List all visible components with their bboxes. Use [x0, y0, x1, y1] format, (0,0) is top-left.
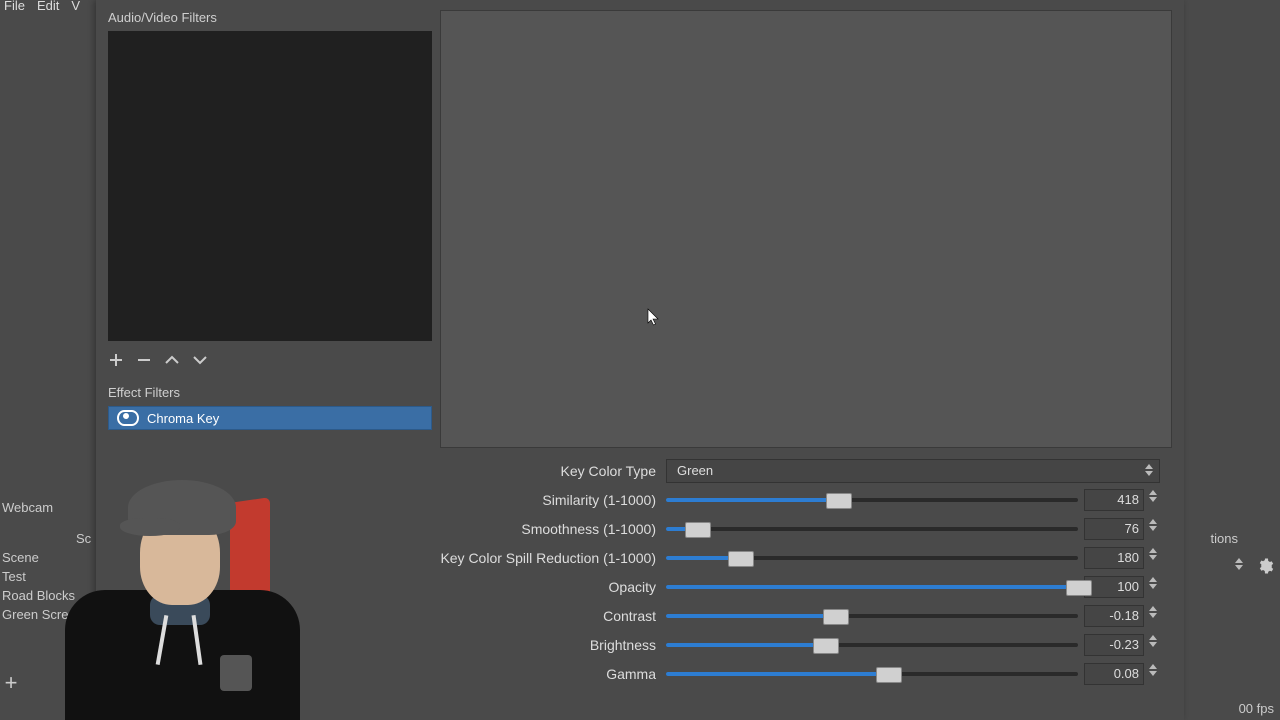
prop-label: Brightness — [440, 637, 666, 653]
spinner-buttons[interactable] — [1146, 489, 1160, 511]
key-color-type-select[interactable]: Green — [666, 459, 1160, 483]
prop-spill: Key Color Spill Reduction (1-1000) 180 — [440, 545, 1160, 571]
effect-filters-header: Effect Filters — [108, 385, 432, 400]
fps-status: 00 fps — [1239, 701, 1274, 716]
audio-video-filters-list[interactable] — [108, 31, 432, 341]
spinner-buttons[interactable] — [1146, 663, 1160, 685]
spinner-buttons[interactable] — [1146, 518, 1160, 540]
prop-contrast: Contrast -0.18 — [440, 603, 1160, 629]
presenter-cap-brim — [120, 518, 180, 536]
spill-slider[interactable] — [666, 556, 1078, 560]
webcam-overlay — [0, 470, 350, 720]
menu-edit[interactable]: Edit — [37, 0, 59, 14]
prop-smoothness: Smoothness (1-1000) 76 — [440, 516, 1160, 542]
spinner-buttons[interactable] — [1146, 576, 1160, 598]
brightness-value-input[interactable]: -0.23 — [1084, 634, 1144, 656]
filter-item-label: Chroma Key — [147, 411, 219, 426]
prop-label: Smoothness (1-1000) — [440, 521, 666, 537]
menu-bar: File Edit V — [0, 0, 84, 14]
smoothness-slider[interactable] — [666, 527, 1078, 531]
contrast-slider[interactable] — [666, 614, 1078, 618]
filter-properties: Key Color Type Green Similarity (1-1000)… — [440, 458, 1160, 690]
opacity-slider[interactable] — [666, 585, 1078, 589]
prop-label: Key Color Spill Reduction (1-1000) — [440, 550, 666, 566]
audio-video-filters-header: Audio/Video Filters — [108, 10, 432, 25]
spinner-buttons[interactable] — [1146, 605, 1160, 627]
similarity-slider[interactable] — [666, 498, 1078, 502]
prop-similarity: Similarity (1-1000) 418 — [440, 487, 1160, 513]
spinner-buttons[interactable] — [1146, 634, 1160, 656]
prop-label: Similarity (1-1000) — [440, 492, 666, 508]
av-filter-toolbar — [108, 349, 432, 371]
prop-label: Gamma — [440, 666, 666, 682]
prop-brightness: Brightness -0.23 — [440, 632, 1160, 658]
gamma-value-input[interactable]: 0.08 — [1084, 663, 1144, 685]
chair — [230, 497, 270, 603]
brightness-slider[interactable] — [666, 643, 1078, 647]
menu-view-fragment[interactable]: V — [71, 0, 80, 14]
menu-file[interactable]: File — [4, 0, 25, 14]
prop-gamma: Gamma 0.08 — [440, 661, 1160, 687]
prop-opacity: Opacity 100 — [440, 574, 1160, 600]
spill-value-input[interactable]: 180 — [1084, 547, 1144, 569]
prop-label: Contrast — [440, 608, 666, 624]
smoothness-value-input[interactable]: 76 — [1084, 518, 1144, 540]
add-filter-icon[interactable] — [108, 352, 124, 368]
opacity-value-input[interactable]: 100 — [1084, 576, 1144, 598]
filter-item-chroma-key[interactable]: Chroma Key — [108, 406, 432, 430]
move-up-icon[interactable] — [164, 355, 180, 365]
remove-filter-icon[interactable] — [136, 352, 152, 368]
move-down-icon[interactable] — [192, 355, 208, 365]
select-arrows-icon — [1145, 463, 1153, 477]
prop-label: Key Color Type — [440, 463, 666, 479]
prop-label: Opacity — [440, 579, 666, 595]
hoodie-logo — [220, 655, 252, 691]
similarity-value-input[interactable]: 418 — [1084, 489, 1144, 511]
duration-spinner[interactable] — [1232, 557, 1246, 575]
visibility-eye-icon[interactable] — [117, 410, 139, 426]
settings-gear-icon[interactable] — [1256, 557, 1274, 575]
select-value: Green — [677, 463, 713, 478]
contrast-value-input[interactable]: -0.18 — [1084, 605, 1144, 627]
gamma-slider[interactable] — [666, 672, 1078, 676]
transitions-header-fragment: tions — [1211, 531, 1238, 546]
spinner-buttons[interactable] — [1146, 547, 1160, 569]
prop-key-color-type: Key Color Type Green — [440, 458, 1160, 484]
filter-preview — [440, 10, 1172, 448]
